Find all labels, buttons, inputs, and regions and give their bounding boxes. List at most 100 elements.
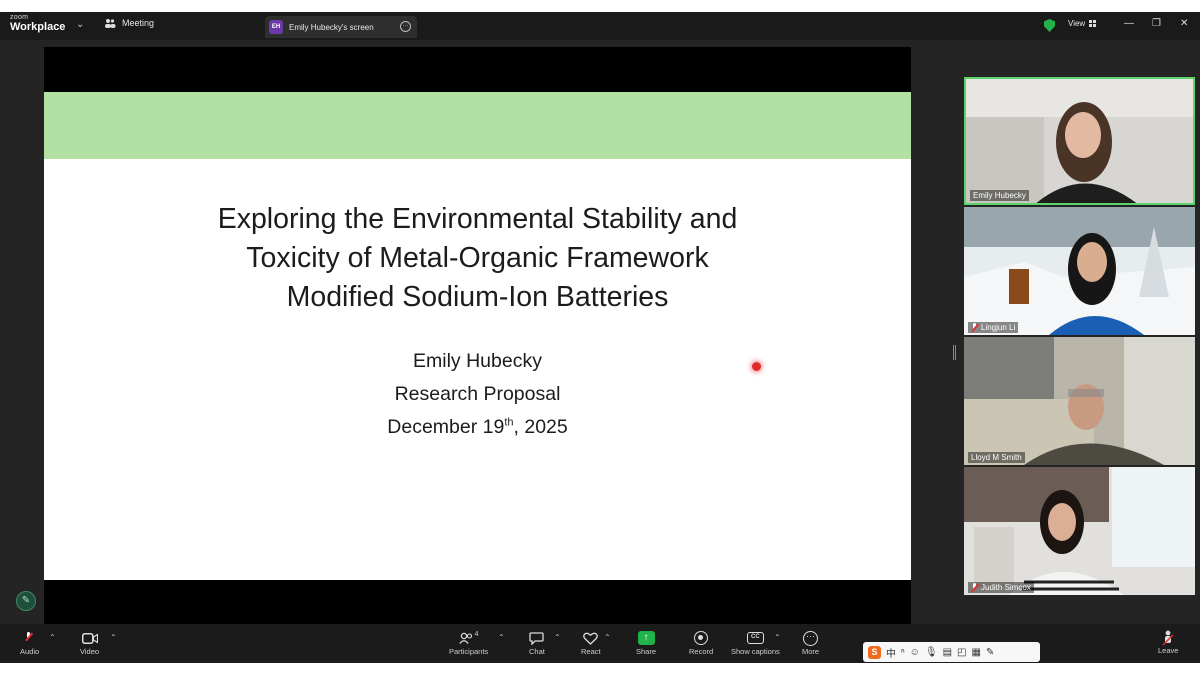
participants-options-chevron-icon[interactable]: ⌃ [498, 633, 505, 642]
grid-icon [1089, 20, 1097, 27]
panel-resize-handle[interactable] [953, 345, 956, 360]
audio-button[interactable]: Audio [20, 629, 39, 656]
logo-line2: Workplace [10, 21, 66, 33]
slide-date-sup: th [504, 416, 514, 429]
restore-icon[interactable]: ❐ [1152, 18, 1161, 29]
voice-input-icon[interactable]: 🎙 [925, 647, 938, 658]
annotate-pencil-icon[interactable]: ✎ [16, 591, 36, 611]
slide-author: Emily Hubecky [413, 350, 542, 372]
more-icon: ··· [803, 630, 819, 646]
participant-name: Lloyd M Smith [971, 453, 1022, 462]
record-button[interactable]: Record [689, 629, 713, 656]
video-tile[interactable]: Lingjun Li [964, 207, 1195, 335]
emoji-icon[interactable]: ☺ [910, 647, 920, 658]
share-label: Share [636, 647, 657, 656]
presentation-slide: Exploring the Environmental Stability an… [44, 92, 911, 580]
microphone-muted-icon [971, 323, 978, 332]
title-bar: zoom Workplace ⌄ Meeting EH Emily Hubeck… [0, 12, 1200, 40]
participant-name-tag: Lloyd M Smith [968, 452, 1025, 463]
audio-label: Audio [20, 647, 40, 656]
slide-title: Exploring the Environmental Stability an… [104, 200, 851, 317]
record-icon [694, 631, 709, 645]
participant-name-tag: Emily Hubecky [970, 190, 1029, 201]
ime-language-toggle[interactable]: 中 [886, 645, 896, 660]
react-button[interactable]: React [581, 629, 601, 656]
avatar: EH [269, 20, 283, 34]
video-feed [964, 467, 1195, 595]
ime-toolbar: S 中 ⁿ ☺ 🎙 ▤ ◰ ▦ ✎ [863, 642, 1040, 662]
keyboard-icon[interactable]: ▤ [943, 647, 952, 658]
minimize-icon[interactable]: — [1124, 18, 1134, 29]
more-options-icon[interactable]: ··· [400, 21, 411, 32]
top-border [0, 0, 1200, 12]
close-icon[interactable]: ✕ [1180, 18, 1188, 29]
chat-options-chevron-icon[interactable]: ⌃ [554, 633, 561, 642]
participants-label: Participants [449, 647, 489, 656]
participant-name: Emily Hubecky [973, 191, 1026, 200]
slide-date-year: , 2025 [513, 416, 568, 438]
heart-icon [583, 632, 599, 645]
microphone-muted-icon [971, 583, 978, 592]
share-arrow-icon: ↑ [637, 631, 655, 645]
captions-label: Show captions [731, 647, 780, 656]
video-tile[interactable]: Judith Simcox [964, 467, 1195, 595]
slide-date-main: December 19 [387, 416, 505, 438]
sogou-logo-icon[interactable]: S [868, 645, 881, 659]
tab-meeting-label: Meeting [122, 18, 155, 28]
captions-icon: CC [746, 632, 764, 644]
slide-doc-type: Research Proposal [394, 383, 561, 405]
shield-icon[interactable] [1044, 19, 1055, 32]
participant-name-tag: Judith Simcox [968, 582, 1034, 593]
audio-options-chevron-icon[interactable]: ⌃ [49, 633, 56, 642]
toolbox-icon[interactable]: ▦ [971, 647, 980, 658]
tab-meeting[interactable]: Meeting [104, 18, 154, 28]
video-button[interactable]: Video [80, 629, 99, 656]
video-label: Video [80, 647, 100, 656]
video-tile[interactable]: Emily Hubecky [964, 77, 1195, 205]
participants-button[interactable]: 4 Participants [449, 629, 489, 657]
captions-options-chevron-icon[interactable]: ⌃ [774, 633, 781, 642]
video-tile[interactable]: Lloyd M Smith [964, 337, 1195, 465]
slide-title-line2: Toxicity of Metal-Organic Framework [246, 242, 709, 274]
participant-name: Lingjun Li [981, 323, 1016, 332]
more-label: More [802, 647, 820, 656]
video-feed [964, 207, 1195, 335]
chat-icon [529, 631, 545, 645]
skin-icon[interactable]: ◰ [957, 647, 966, 658]
leave-button[interactable]: Leave [1158, 630, 1178, 655]
participants-count: 4 [474, 630, 479, 638]
bottom-border [0, 663, 1200, 675]
logo-line1: zoom [10, 14, 29, 21]
slide-title-line3: Modified Sodium-Ion Batteries [286, 281, 669, 313]
laser-pointer [752, 362, 761, 371]
chevron-down-icon[interactable]: ⌄ [76, 19, 84, 30]
video-options-chevron-icon[interactable]: ⌃ [110, 633, 117, 642]
video-feed [964, 337, 1195, 465]
chat-button[interactable]: Chat [529, 629, 545, 656]
microphone-muted-icon [25, 631, 34, 645]
camera-icon [81, 632, 98, 644]
shared-screen[interactable]: Exploring the Environmental Stability an… [44, 47, 911, 625]
punctuation-icon[interactable]: ⁿ [901, 647, 905, 658]
participant-name-tag: Lingjun Li [968, 322, 1019, 333]
tab-shared-screen-label: Emily Hubecky's screen [289, 22, 374, 32]
zoom-workplace-logo[interactable]: zoom Workplace [10, 14, 65, 33]
participants-icon [458, 632, 472, 644]
video-feed [966, 79, 1193, 203]
react-label: React [581, 647, 601, 656]
tab-shared-screen[interactable]: EH Emily Hubecky's screen ··· [265, 16, 417, 38]
chat-label: Chat [529, 647, 545, 656]
react-options-chevron-icon[interactable]: ⌃ [604, 633, 611, 642]
more-button[interactable]: ··· More [802, 629, 819, 656]
leave-label: Leave [1158, 646, 1179, 655]
record-label: Record [689, 647, 714, 656]
view-button[interactable]: View [1068, 19, 1097, 28]
show-captions-button[interactable]: CC Show captions [731, 629, 780, 656]
participants-icon [105, 19, 116, 28]
share-button[interactable]: ↑ Share [636, 629, 656, 656]
slide-header-band [44, 92, 911, 159]
participant-name: Judith Simcox [981, 583, 1031, 592]
slide-title-line1: Exploring the Environmental Stability an… [217, 203, 738, 235]
slide-date: December 19th, 2025 [44, 416, 911, 439]
ime-extra-icon[interactable]: ✎ [986, 647, 994, 658]
